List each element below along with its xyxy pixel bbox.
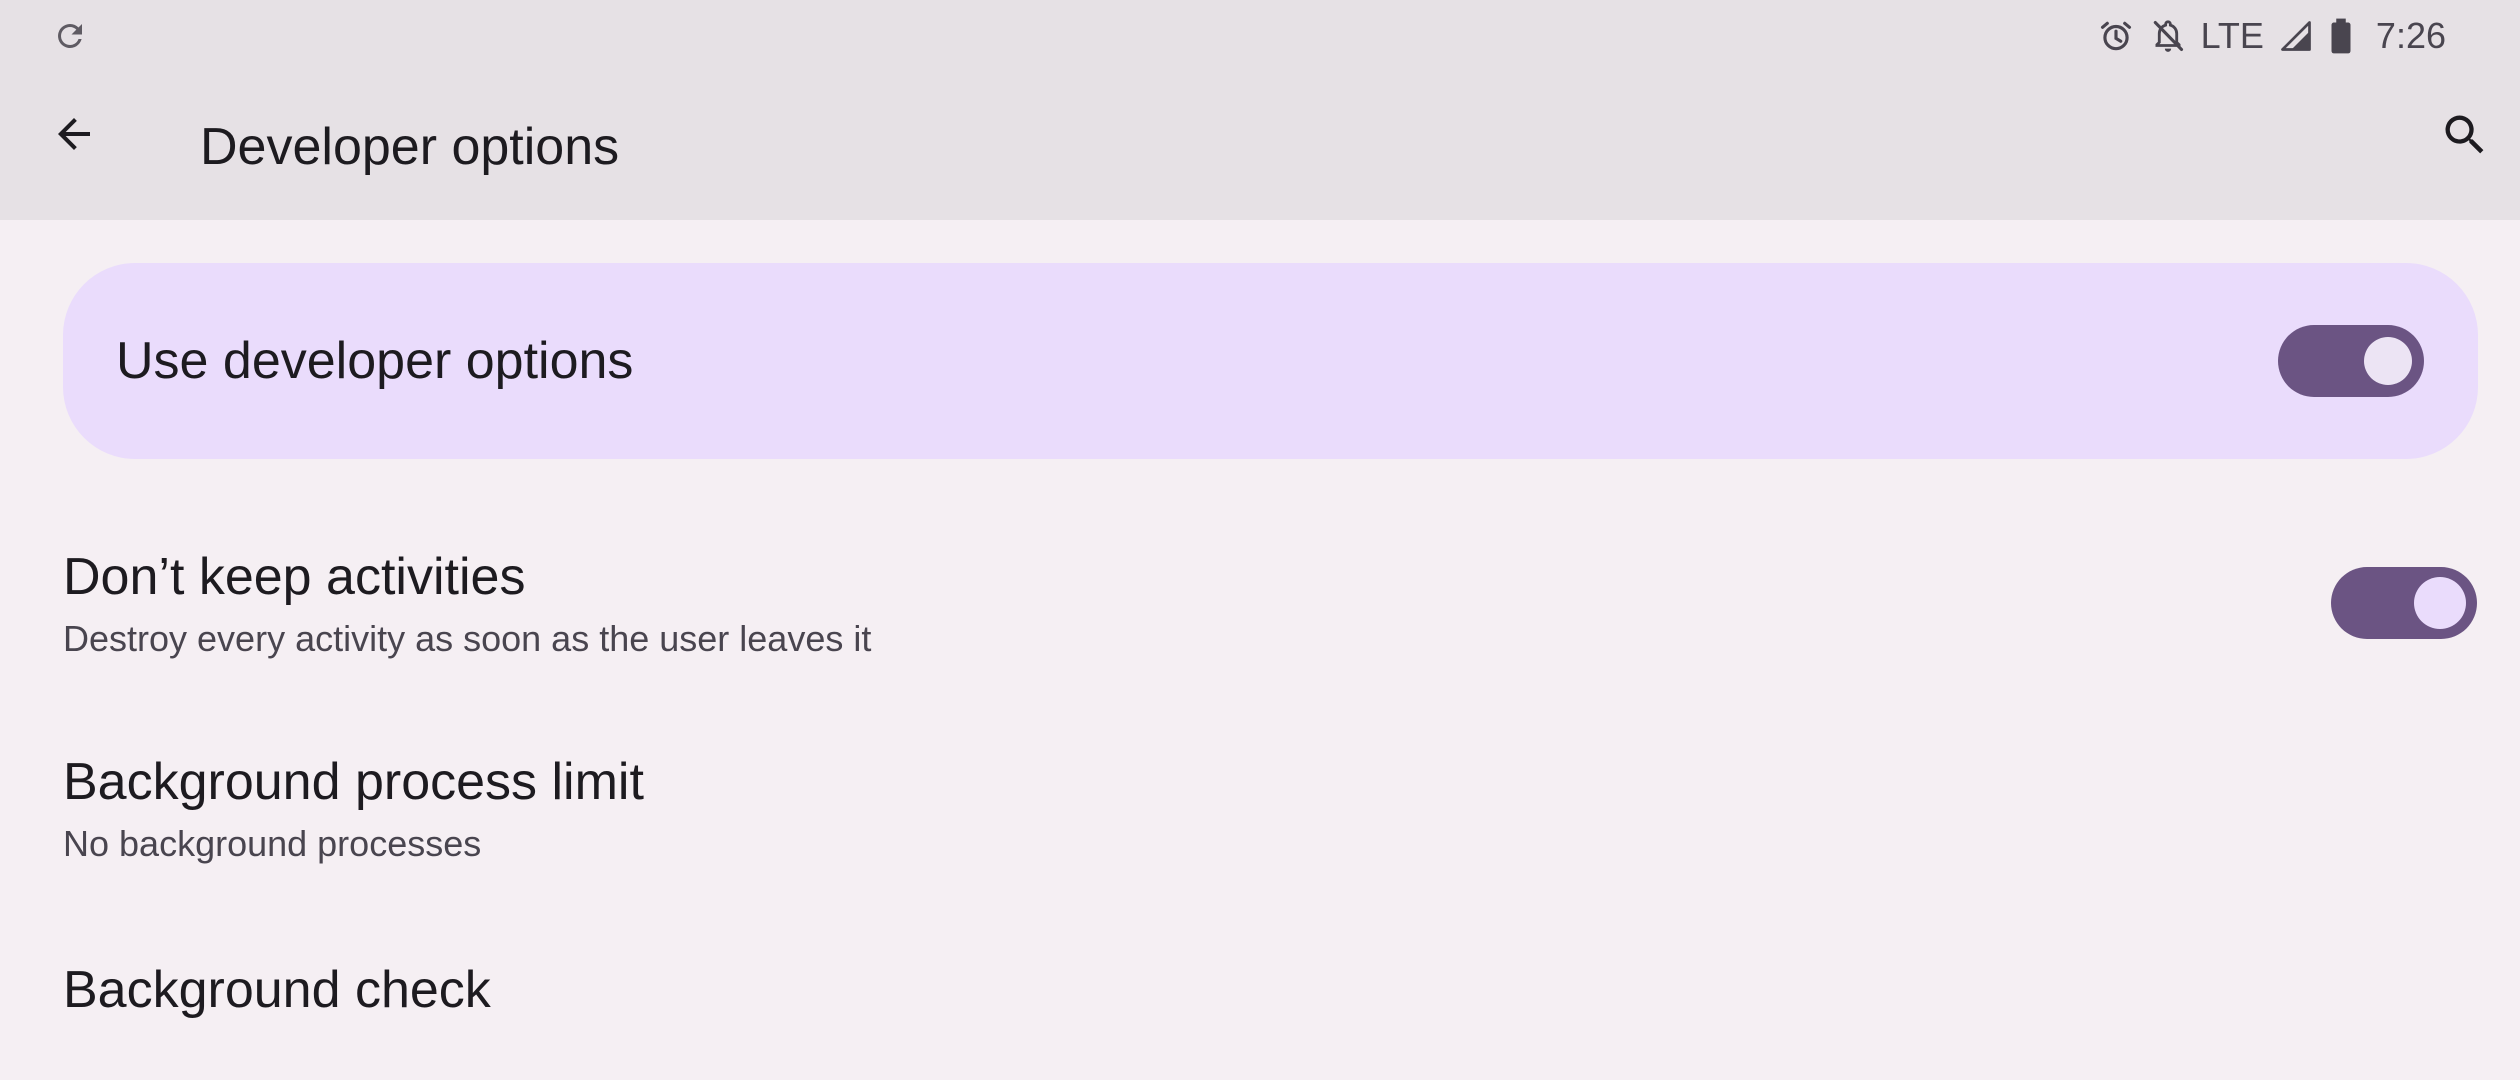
search-button[interactable] bbox=[2430, 102, 2500, 172]
switch-thumb bbox=[2364, 337, 2412, 385]
switch-thumb bbox=[2414, 577, 2466, 629]
battery-icon bbox=[2328, 17, 2354, 55]
status-icons: LTE 7:26 bbox=[2097, 14, 2446, 58]
status-bar: LTE 7:26 bbox=[0, 0, 2520, 72]
setting-title: Don’t keep activities bbox=[63, 548, 526, 606]
clock: 7:26 bbox=[2375, 15, 2446, 56]
network-type-label: LTE bbox=[2200, 15, 2264, 56]
top-bar: LTE 7:26 Developer options bbox=[0, 0, 2520, 220]
page-title: Developer options bbox=[200, 118, 620, 176]
search-icon bbox=[2439, 109, 2491, 166]
bell-off-icon bbox=[2149, 17, 2187, 55]
use-developer-options-label: Use developer options bbox=[116, 332, 634, 390]
alarm-icon bbox=[2097, 17, 2135, 55]
arrow-back-icon bbox=[50, 110, 98, 163]
dont-keep-activities-switch[interactable] bbox=[2331, 567, 2477, 639]
setting-title: Background check bbox=[63, 961, 491, 1019]
signal-icon bbox=[2278, 18, 2314, 54]
setting-summary: No background processes bbox=[63, 823, 482, 864]
use-developer-options-switch[interactable] bbox=[2278, 325, 2424, 397]
setting-background-check[interactable]: Background check bbox=[0, 930, 2520, 1060]
setting-summary: Destroy every activity as soon as the us… bbox=[63, 618, 872, 659]
setting-title: Background process limit bbox=[63, 753, 644, 811]
app-bar: Developer options bbox=[0, 72, 2520, 220]
back-button[interactable] bbox=[40, 102, 108, 170]
use-developer-options-card[interactable]: Use developer options bbox=[63, 263, 2478, 459]
refresh-icon bbox=[52, 18, 88, 54]
setting-background-process-limit[interactable]: Background process limit No background p… bbox=[0, 725, 2520, 895]
setting-dont-keep-activities[interactable]: Don’t keep activities Destroy every acti… bbox=[0, 520, 2520, 690]
